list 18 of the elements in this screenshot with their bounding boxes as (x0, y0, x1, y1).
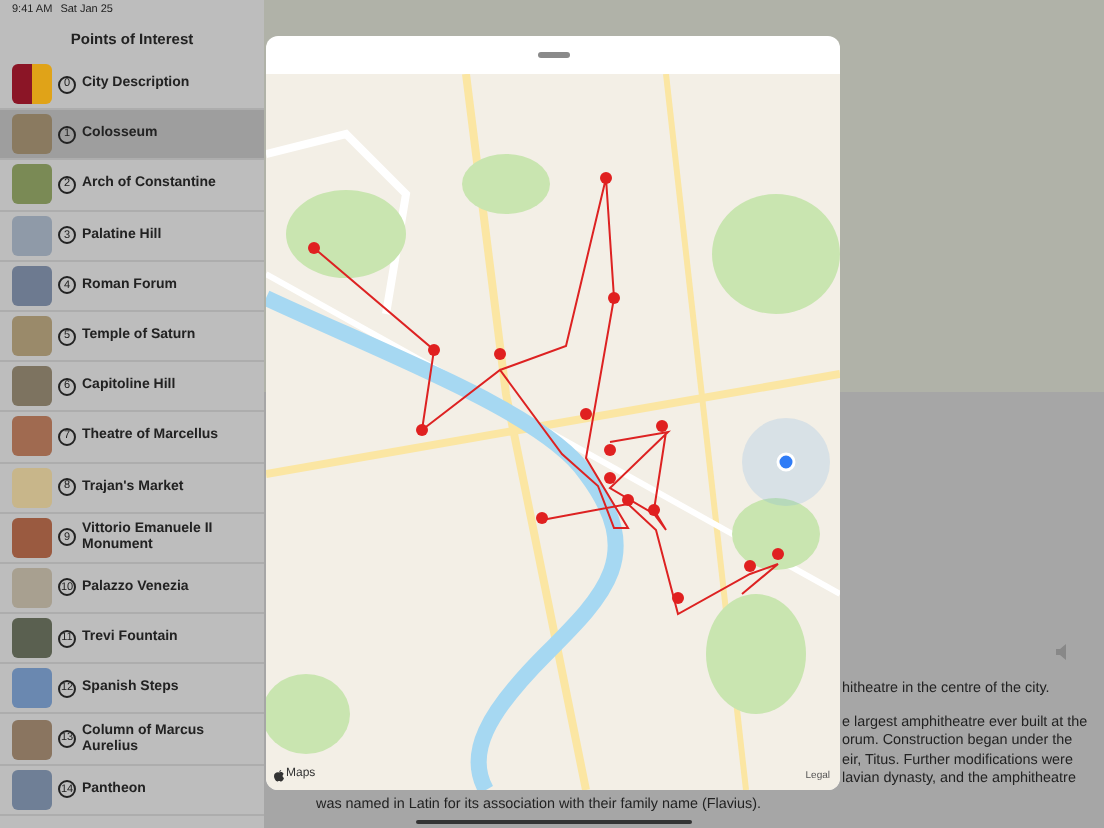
photo-placeholder (12, 668, 52, 709)
sheet-grabber[interactable] (537, 52, 569, 58)
photo-placeholder (12, 719, 52, 760)
photo-placeholder (12, 567, 52, 608)
photo-placeholder (12, 316, 52, 357)
photo-placeholder (12, 164, 52, 205)
apple-logo-icon (274, 769, 284, 781)
photo-placeholder (12, 215, 52, 256)
photo-placeholder (12, 618, 52, 659)
speaker-icon (1056, 644, 1070, 660)
photo-placeholder (12, 114, 52, 155)
flag-thumbnail (12, 64, 52, 105)
photo-placeholder (12, 366, 52, 407)
photo-placeholder (12, 416, 52, 457)
photo-placeholder (12, 769, 52, 810)
photo-placeholder (12, 265, 52, 306)
photo-placeholder (12, 467, 52, 508)
photo-placeholder (12, 517, 52, 558)
